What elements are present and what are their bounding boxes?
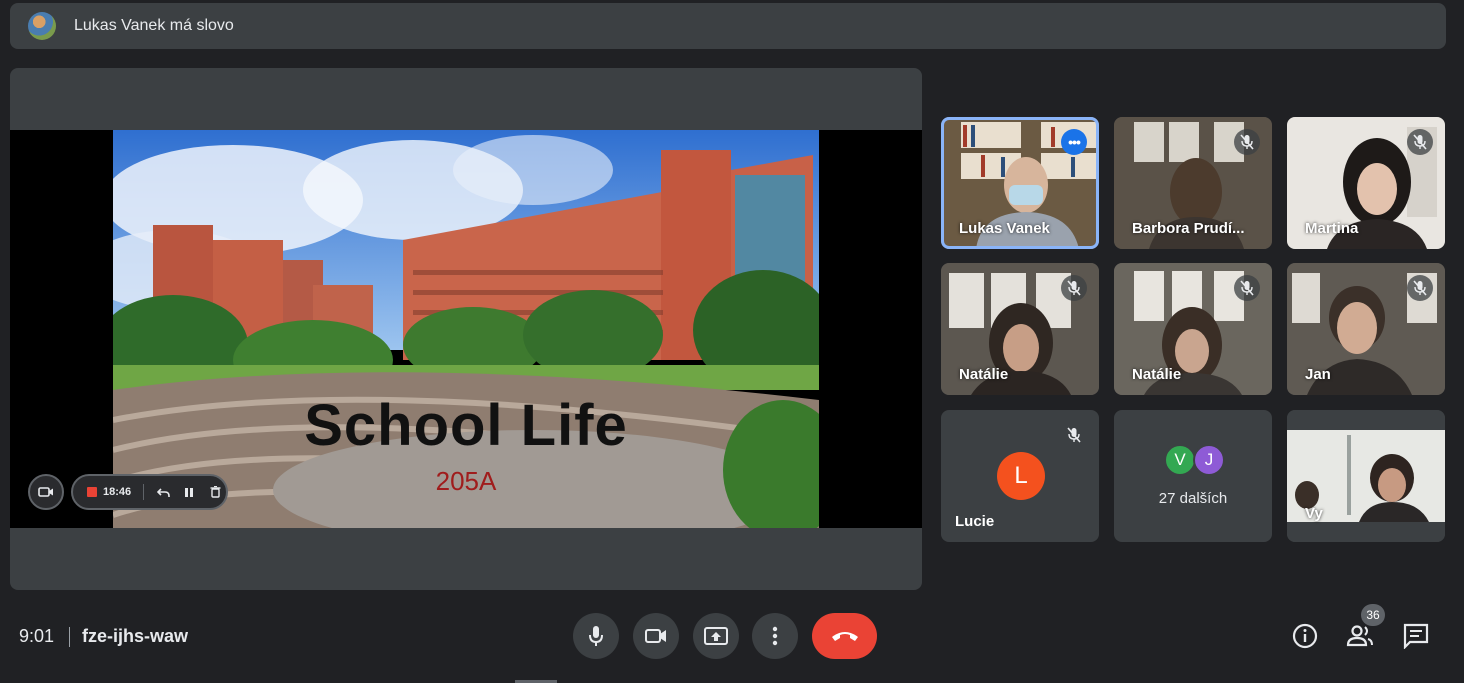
hangup-icon bbox=[831, 632, 858, 641]
more-options-icon[interactable]: ••• bbox=[1061, 129, 1087, 155]
microphone-button[interactable] bbox=[573, 613, 619, 659]
delete-icon bbox=[210, 486, 221, 498]
recording-divider bbox=[143, 484, 145, 500]
meeting-info-button[interactable] bbox=[1288, 619, 1322, 653]
chat-button[interactable] bbox=[1399, 619, 1433, 653]
camera-button[interactable] bbox=[633, 613, 679, 659]
more-options-button[interactable] bbox=[752, 613, 798, 659]
participant-tile-barbora[interactable]: Barbora Prudí... bbox=[1114, 117, 1272, 249]
recording-time: 18:46 bbox=[103, 486, 132, 498]
info-icon bbox=[1292, 623, 1318, 649]
mic-off-icon bbox=[1240, 134, 1254, 150]
participant-name: Natálie bbox=[959, 366, 1009, 383]
undo-icon bbox=[156, 487, 170, 497]
participant-name: Lucie bbox=[955, 513, 995, 530]
participant-name: Lukas Vanek bbox=[959, 220, 1050, 237]
mic-off-icon bbox=[1067, 280, 1081, 296]
leave-call-button[interactable] bbox=[812, 613, 877, 659]
participant-avatar: L bbox=[997, 452, 1045, 500]
participant-tile-natalie-2[interactable]: Natálie bbox=[1114, 263, 1272, 395]
mic-off-icon bbox=[1413, 134, 1427, 150]
muted-indicator bbox=[1234, 129, 1260, 155]
participant-tile-lukas[interactable]: ••• Lukas Vanek bbox=[941, 117, 1099, 249]
participant-tile-others[interactable]: V J 27 dalších bbox=[1114, 410, 1272, 542]
participant-avatar: V bbox=[1164, 444, 1196, 476]
speaker-banner: Lukas Vanek má slovo bbox=[10, 3, 1446, 49]
participant-name: Martina bbox=[1305, 220, 1359, 237]
participant-tile-martina[interactable]: Martina bbox=[1287, 117, 1445, 249]
mic-off-icon bbox=[1413, 280, 1427, 296]
undo-button[interactable] bbox=[156, 485, 170, 499]
people-icon bbox=[1346, 625, 1373, 647]
muted-indicator bbox=[1407, 275, 1433, 301]
participant-avatar: J bbox=[1193, 444, 1225, 476]
participant-name: Natálie bbox=[1132, 366, 1182, 383]
video-feed bbox=[1287, 410, 1445, 542]
more-vert-icon bbox=[772, 626, 778, 646]
mic-off-icon bbox=[1067, 427, 1081, 443]
pause-button[interactable] bbox=[182, 485, 196, 499]
delete-button[interactable] bbox=[208, 485, 222, 499]
participant-tile-lucie[interactable]: L Lucie bbox=[941, 410, 1099, 542]
chat-icon bbox=[1403, 623, 1429, 649]
muted-indicator bbox=[1234, 275, 1260, 301]
recording-camera-button[interactable] bbox=[28, 474, 64, 510]
camera-icon bbox=[645, 629, 666, 643]
recording-toolbar: 18:46 bbox=[71, 474, 228, 510]
meeting-code: fze-ijhs-waw bbox=[82, 626, 189, 646]
participant-name: Vy bbox=[1305, 505, 1323, 522]
presentation-stage: School Life 205A 18:46 bbox=[10, 68, 922, 590]
participant-name: Barbora Prudí... bbox=[1132, 220, 1245, 237]
pause-icon bbox=[185, 487, 194, 497]
speaker-banner-text: Lukas Vanek má slovo bbox=[74, 17, 234, 34]
bottom-divider bbox=[69, 627, 70, 647]
muted-indicator bbox=[1061, 275, 1087, 301]
others-count-label: 27 dalších bbox=[1158, 490, 1228, 507]
muted-indicator bbox=[1061, 422, 1087, 448]
present-icon bbox=[704, 627, 728, 645]
mic-off-icon bbox=[1240, 280, 1254, 296]
presentation-slide: School Life 205A bbox=[113, 130, 819, 528]
participant-tile-self[interactable]: Vy bbox=[1287, 410, 1445, 542]
slide-title: School Life bbox=[304, 393, 628, 458]
participant-tile-jan[interactable]: Jan bbox=[1287, 263, 1445, 395]
mic-icon bbox=[589, 626, 603, 646]
people-count-badge: 36 bbox=[1361, 604, 1385, 626]
participant-tile-natalie-1[interactable]: Natálie bbox=[941, 263, 1099, 395]
muted-indicator bbox=[1407, 129, 1433, 155]
recording-indicator-icon bbox=[87, 487, 97, 497]
participant-name: Jan bbox=[1305, 366, 1331, 383]
present-button[interactable] bbox=[693, 613, 739, 659]
clock-time: 9:01 bbox=[19, 626, 55, 646]
camera-icon bbox=[38, 487, 53, 497]
speaker-avatar bbox=[28, 12, 56, 40]
